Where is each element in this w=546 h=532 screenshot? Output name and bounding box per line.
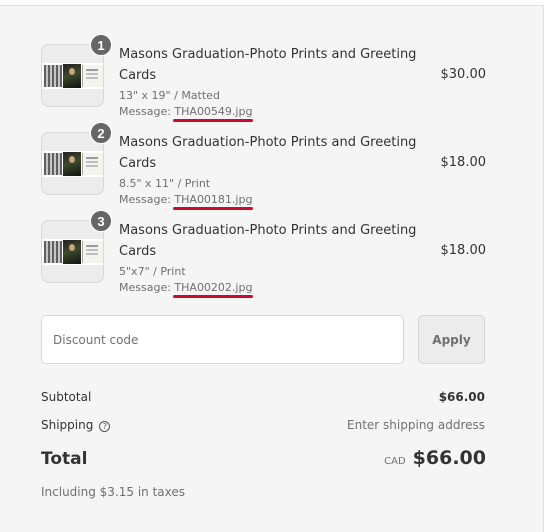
line-item-price: $18.00: [440, 243, 487, 258]
quantity-badge: 2: [90, 122, 112, 144]
product-thumbnail: 1: [41, 34, 112, 107]
line-item-price: $18.00: [440, 155, 487, 170]
message-filename: THA00181.jpg: [173, 193, 254, 210]
product-image: [42, 239, 103, 265]
product-image: [42, 151, 103, 177]
help-circle-icon[interactable]: ?: [99, 421, 111, 432]
quantity-badge: 1: [90, 34, 112, 56]
product-image: [42, 63, 103, 89]
shipping-label: Shipping: [41, 418, 94, 432]
red-annotation-underline: [173, 295, 254, 298]
product-variant: 8.5" x 11" / Print: [119, 177, 211, 190]
message-filename: THA00549.jpg: [173, 105, 254, 122]
message-filename: THA00202.jpg: [173, 281, 254, 298]
product-thumbnail: 2: [41, 122, 112, 195]
discount-code-input[interactable]: [41, 315, 404, 364]
line-item: 2 Masons Graduation-Photo Prints and Gre…: [41, 122, 487, 212]
subtotal-label: Subtotal: [41, 390, 92, 404]
message-label: Message:: [119, 193, 175, 206]
product-message: Message: THA00549.jpg: [119, 105, 254, 122]
shipping-label-group: Shipping?: [41, 418, 111, 432]
red-annotation-underline: [173, 207, 254, 210]
total-label: Total: [41, 449, 88, 469]
shipping-value: Enter shipping address: [347, 418, 485, 432]
product-message: Message: THA00181.jpg: [119, 193, 254, 210]
line-item: 1 Masons Graduation-Photo Prints and Gre…: [41, 34, 487, 124]
taxes-note: Including $3.15 in taxes: [41, 485, 186, 499]
quantity-badge: 3: [90, 210, 112, 232]
product-thumbnail: 3: [41, 210, 112, 283]
message-label: Message:: [119, 281, 175, 294]
product-title: Masons Graduation-Photo Prints and Greet…: [119, 223, 417, 259]
total-value: $66.00: [412, 447, 486, 469]
total-value-group: CAD $66.00: [384, 447, 486, 469]
subtotal-value: $66.00: [438, 390, 485, 404]
product-variant: 13" x 19" / Matted: [119, 89, 220, 102]
product-title: Masons Graduation-Photo Prints and Greet…: [119, 135, 417, 171]
product-message: Message: THA00202.jpg: [119, 281, 254, 298]
apply-discount-button[interactable]: Apply: [418, 315, 485, 364]
red-annotation-underline: [173, 119, 254, 122]
message-label: Message:: [119, 105, 175, 118]
line-item-price: $30.00: [440, 67, 487, 82]
line-item: 3 Masons Graduation-Photo Prints and Gre…: [41, 210, 487, 300]
product-title: Masons Graduation-Photo Prints and Greet…: [119, 47, 417, 83]
currency-code: CAD: [384, 456, 406, 467]
product-variant: 5"x7" / Print: [119, 265, 186, 278]
